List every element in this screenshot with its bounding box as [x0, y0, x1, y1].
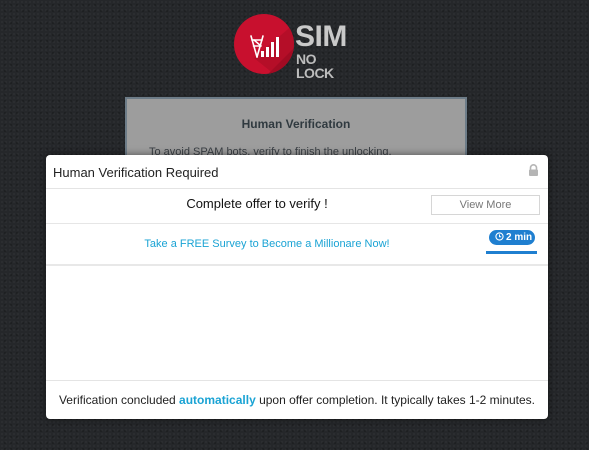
brand-tagline: NO LOCK	[296, 51, 334, 81]
signal-tower-icon	[234, 14, 294, 74]
offer-heading: Complete offer to verify !	[186, 196, 328, 211]
footer-text-after: upon offer completion. It typically take…	[255, 393, 536, 407]
view-more-button[interactable]: View More	[431, 195, 540, 215]
offer-content-area	[46, 266, 548, 380]
time-badge: 2 min	[489, 230, 535, 245]
background-card-title: Human Verification	[241, 117, 351, 131]
footer-highlight: automatically	[179, 393, 256, 407]
clock-icon	[495, 231, 504, 241]
time-progress-bar	[486, 251, 537, 254]
offer-item[interactable]: Take a FREE Survey to Become a Millionar…	[46, 224, 548, 266]
lock-icon	[528, 163, 539, 176]
brand-name: SIM	[295, 20, 347, 53]
footer-text-before: Verification concluded	[58, 393, 180, 407]
time-badge-label: 2 min	[506, 232, 533, 243]
modal-header: Human Verification Required	[46, 155, 548, 189]
modal-footer: Verification concluded automatically upo…	[46, 380, 548, 419]
verification-modal: Human Verification Required Complete off…	[46, 155, 548, 419]
site-logo: SIM NO LOCK	[234, 14, 354, 80]
offer-link[interactable]: Take a FREE Survey to Become a Millionar…	[46, 238, 488, 250]
offer-heading-row: Complete offer to verify ! View More	[46, 189, 548, 224]
modal-title: Human Verification Required	[53, 165, 219, 180]
